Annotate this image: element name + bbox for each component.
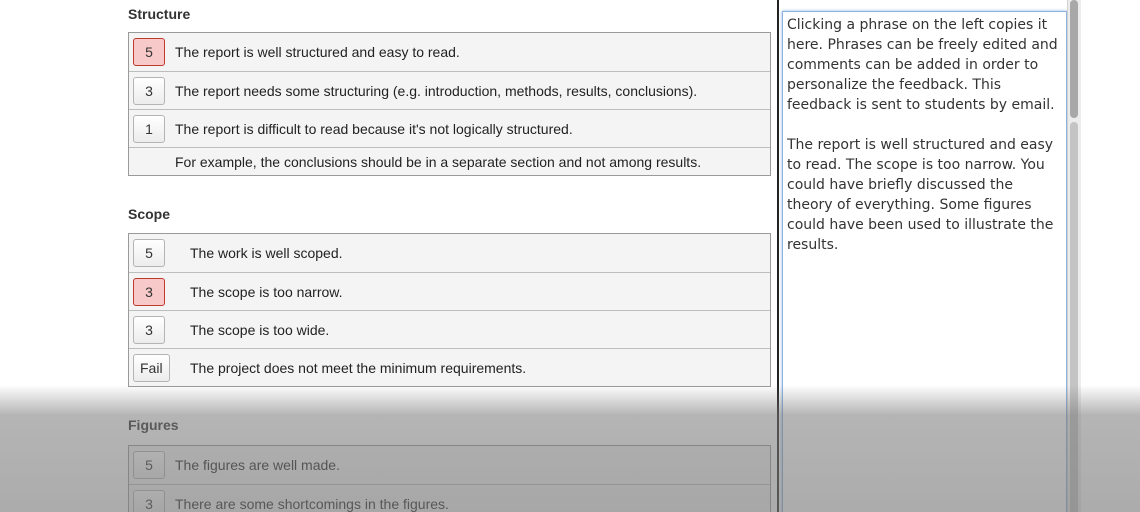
rubric-table-structure: 5 The report is well structured and easy… — [128, 32, 771, 176]
scrollbar[interactable] — [1067, 0, 1081, 512]
phrase-text[interactable]: The project does not meet the minimum re… — [190, 360, 526, 376]
rubric-row[interactable]: 5 The report is well structured and easy… — [129, 33, 770, 71]
phrase-text[interactable]: The report is difficult to read because … — [175, 121, 573, 137]
score-button[interactable]: 3 — [133, 489, 165, 512]
section-title-structure: Structure — [128, 6, 191, 22]
section-title-figures: Figures — [128, 417, 179, 433]
score-button[interactable]: 1 — [133, 114, 165, 143]
rubric-row[interactable]: 3 The report needs some structuring (e.g… — [129, 71, 770, 109]
rubric-row[interactable]: 3 There are some shortcomings in the fig… — [129, 484, 770, 512]
rubric-table-figures: 5 The figures are well made. 3 There are… — [128, 445, 771, 512]
score-button-fail[interactable]: Fail — [133, 353, 170, 382]
score-button[interactable]: 3 — [133, 277, 165, 306]
page: Structure 5 The report is well structure… — [0, 0, 1140, 512]
rubric-row[interactable]: 3 The scope is too wide. — [129, 310, 770, 348]
phrase-text[interactable]: The figures are well made. — [175, 457, 340, 473]
rubric-row[interactable]: 3 The scope is too narrow. — [129, 272, 770, 310]
rubric-row[interactable]: 5 The figures are well made. — [129, 446, 770, 484]
score-button[interactable]: 5 — [133, 451, 165, 479]
scrollbar-thumb[interactable] — [1070, 122, 1078, 512]
phrase-text[interactable]: The work is well scoped. — [190, 245, 343, 261]
score-button[interactable]: 3 — [133, 76, 165, 105]
phrase-text[interactable]: The report needs some structuring (e.g. … — [175, 83, 697, 99]
section-title-scope: Scope — [128, 206, 171, 222]
feedback-panel: Clicking a phrase on the left copies it … — [777, 0, 1081, 512]
phrase-text[interactable]: The scope is too wide. — [190, 322, 329, 338]
score-button[interactable]: 5 — [133, 239, 165, 267]
rubric-row[interactable]: Fail The project does not meet the minim… — [129, 348, 770, 386]
phrase-text[interactable]: The scope is too narrow. — [190, 284, 343, 300]
phrase-text[interactable]: The report is well structured and easy t… — [175, 44, 460, 60]
scrollbar-track-upper — [1070, 0, 1078, 118]
feedback-textarea[interactable]: Clicking a phrase on the left copies it … — [782, 11, 1067, 512]
phrase-text[interactable]: There are some shortcomings in the figur… — [175, 496, 449, 512]
rubric-table-scope: 5 The work is well scoped. 3 The scope i… — [128, 233, 771, 387]
score-button[interactable]: 5 — [133, 38, 165, 66]
rubric-row[interactable]: 5 The work is well scoped. — [129, 234, 770, 272]
rubric-row-comment[interactable]: For example, the conclusions should be i… — [129, 147, 770, 175]
comment-text[interactable]: For example, the conclusions should be i… — [175, 154, 701, 170]
score-button[interactable]: 3 — [133, 315, 165, 344]
rubric-row[interactable]: 1 The report is difficult to read becaus… — [129, 109, 770, 147]
